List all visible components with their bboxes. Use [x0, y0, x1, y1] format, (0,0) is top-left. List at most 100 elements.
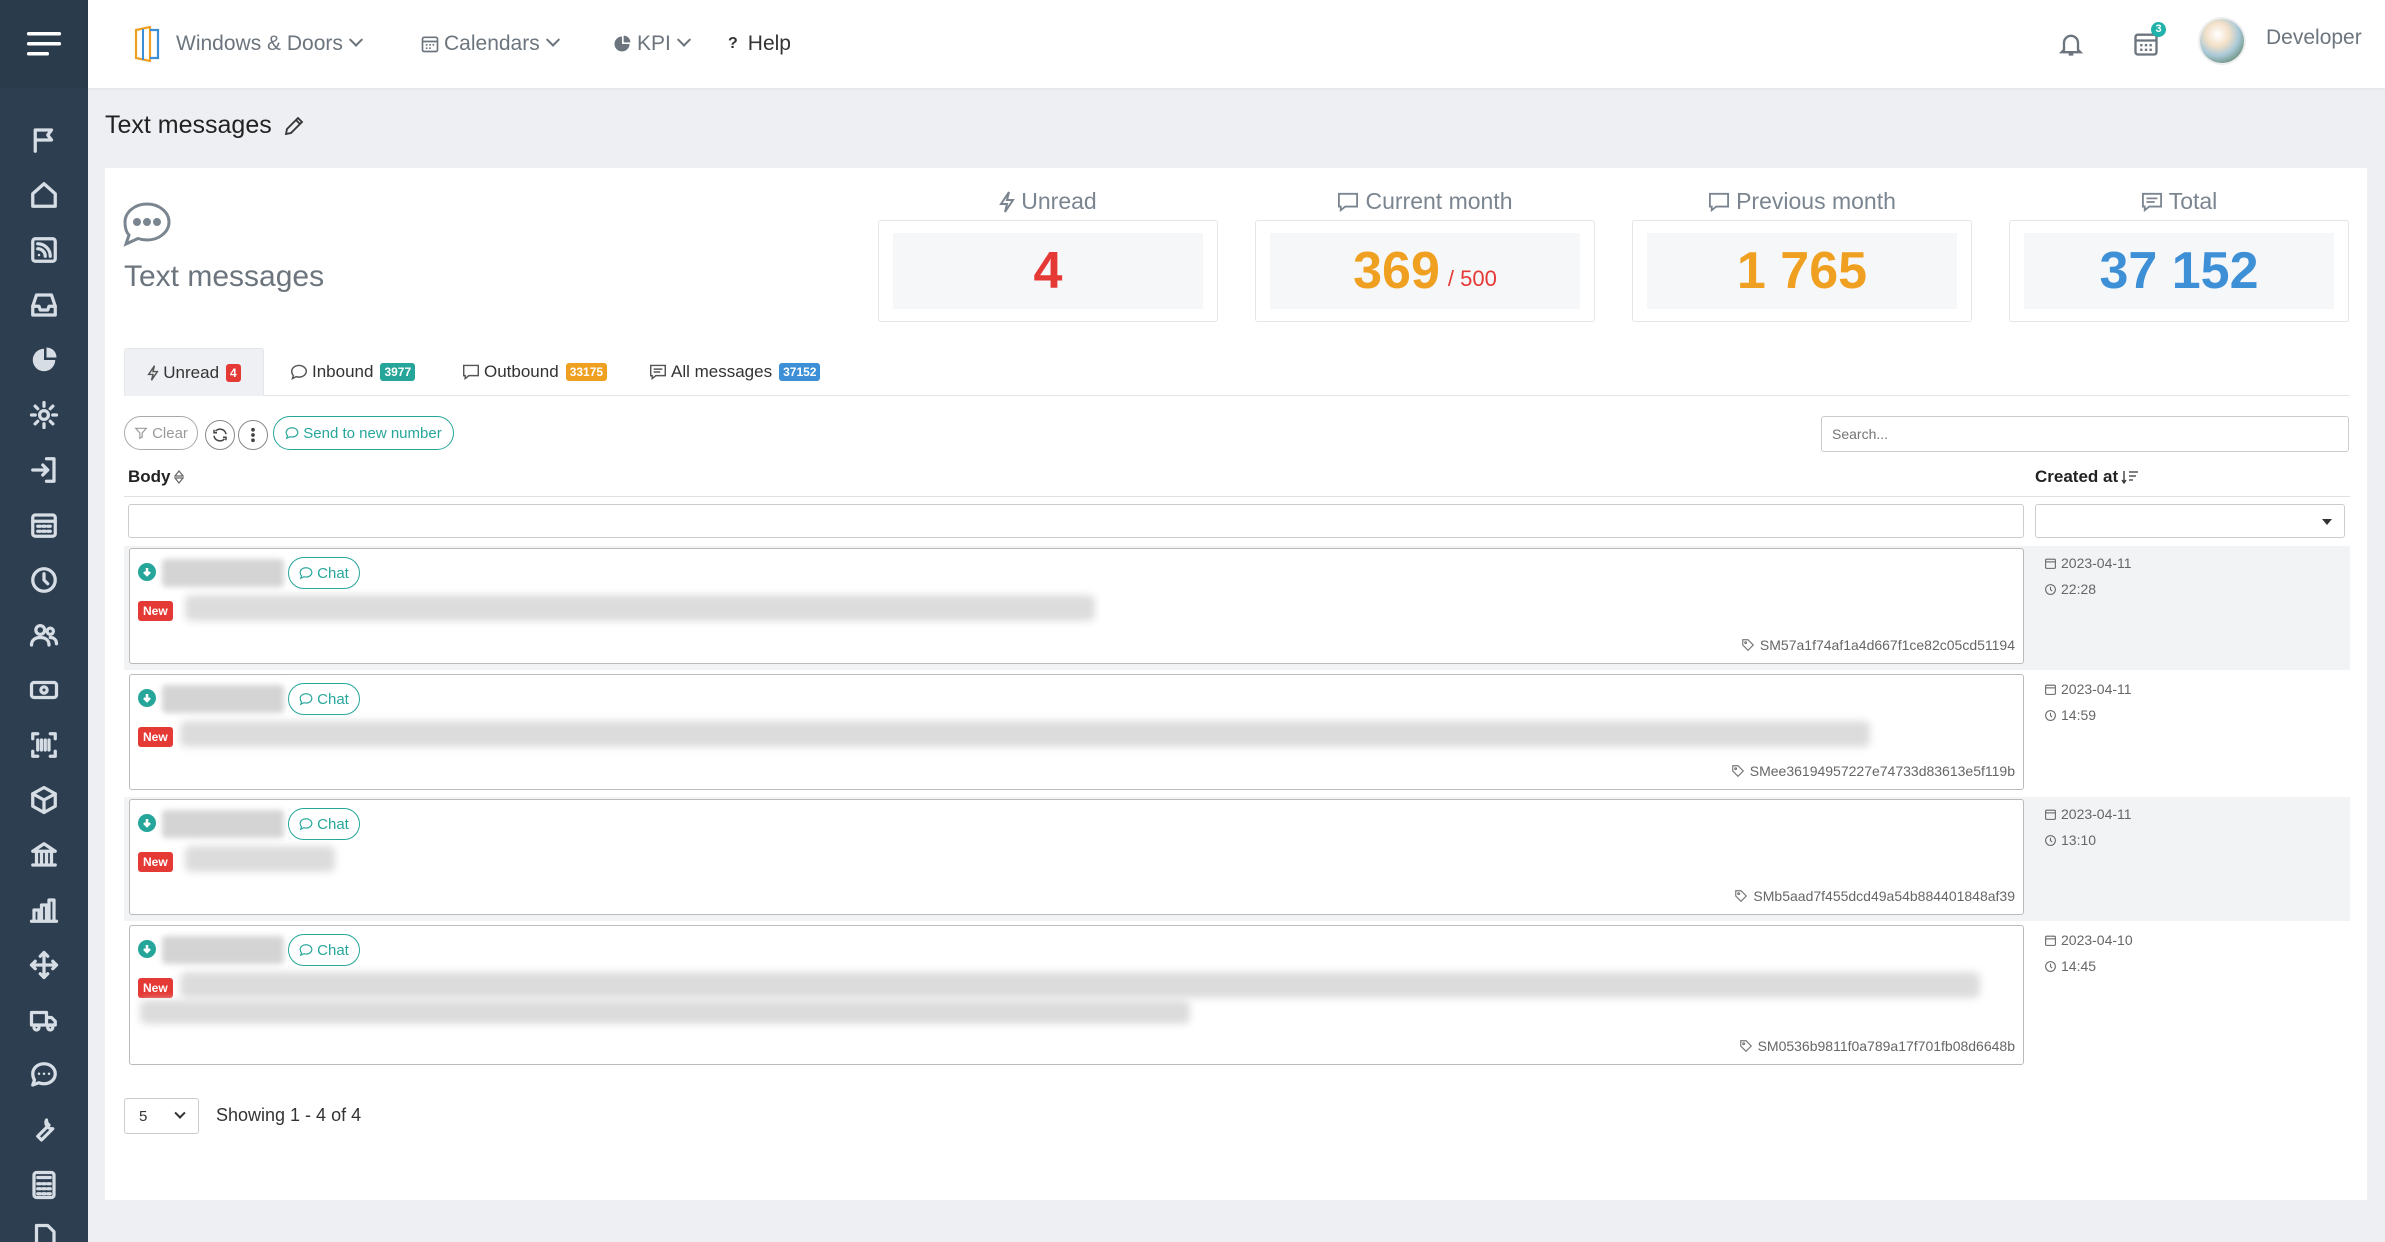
sidebar-item-barcode[interactable] — [0, 723, 88, 767]
sidebar-item-calculator[interactable] — [0, 1163, 88, 1207]
column-header-body[interactable]: Body — [128, 467, 184, 487]
sidebar-item-messages[interactable] — [0, 1053, 88, 1097]
calculator-icon — [32, 1170, 56, 1200]
inbound-arrow-icon — [138, 689, 156, 707]
sender-name-redacted — [162, 936, 284, 964]
kpi-menu[interactable]: KPI — [612, 0, 691, 88]
sidebar-item-reports[interactable] — [0, 338, 88, 382]
refresh-button[interactable] — [205, 420, 235, 450]
tab-inbound[interactable]: Inbound 3977 — [286, 348, 419, 396]
sidebar-item-bank[interactable] — [0, 833, 88, 877]
new-badge: New — [138, 978, 173, 998]
sidebar-item-documents[interactable] — [0, 1216, 88, 1242]
sidebar-item-calendar[interactable] — [0, 503, 88, 547]
kpi-label: KPI — [637, 32, 671, 55]
notifications-button[interactable] — [2051, 24, 2091, 64]
clock-icon — [2045, 709, 2056, 721]
message-sid: SMee36194957227e74733d83613e5f119b — [1731, 763, 2015, 779]
vertical-dots-icon — [251, 427, 255, 443]
sender-name-redacted — [162, 559, 284, 587]
new-badge: New — [138, 601, 173, 621]
sidebar-item-payments[interactable] — [0, 668, 88, 712]
sidebar-item-delivery[interactable] — [0, 998, 88, 1042]
stat-previous-value: 1 765 — [1736, 242, 1868, 300]
column-header-created-at[interactable]: Created at — [2035, 467, 2139, 487]
message-card[interactable]: Chat New SMb5aad7f455dcd49a54b884401848a… — [129, 799, 2024, 915]
sidebar-item-move[interactable] — [0, 943, 88, 987]
tab-all-messages[interactable]: All messages 37152 — [645, 348, 824, 396]
comment-dots-icon — [1338, 192, 1359, 212]
message-card[interactable]: Chat New SM57a1f74af1a4d667f1ce82c05cd51… — [129, 548, 2024, 664]
sidebar-item-feed[interactable] — [0, 228, 88, 272]
created-at-filter-select[interactable] — [2035, 504, 2345, 538]
chat-bubble-icon — [299, 818, 313, 831]
stat-current-limit: / 500 — [1447, 266, 1497, 291]
table-header-divider — [124, 496, 2350, 497]
sidebar-item-flag[interactable] — [0, 118, 88, 162]
tab-all-badge: 37152 — [779, 363, 821, 381]
sidebar-item-tools[interactable] — [0, 1108, 88, 1152]
barcode-scan-icon — [31, 732, 57, 758]
stat-total-label: Total — [2009, 188, 2349, 215]
cube-icon — [31, 785, 57, 815]
chat-button[interactable]: Chat — [288, 808, 360, 840]
caret-down-icon — [2322, 519, 2332, 525]
avatar[interactable] — [2200, 19, 2244, 63]
page-size-select[interactable]: 5 — [124, 1098, 199, 1134]
pagination-info: Showing 1 - 4 of 4 — [216, 1105, 362, 1125]
message-card[interactable]: Chat New SM0536b9811f0a789a17f701fb08d66… — [129, 925, 2024, 1065]
sign-in-icon — [31, 457, 56, 483]
chat-bubble-icon — [285, 427, 299, 440]
help-label: Help — [747, 32, 791, 55]
sidebar-item-stats[interactable] — [0, 888, 88, 932]
stat-unread: 4 — [878, 220, 1218, 322]
sidebar-item-import[interactable] — [0, 448, 88, 492]
search-input[interactable] — [1821, 416, 2349, 452]
calendar-count-badge: 3 — [2151, 22, 2166, 37]
sidebar-item-settings[interactable] — [0, 393, 88, 437]
money-icon — [29, 680, 59, 700]
created-at-cell: 2023-04-11 22:28 — [2044, 550, 2132, 602]
module-switcher[interactable]: Windows & Doors — [132, 0, 363, 88]
inbound-arrow-icon — [138, 563, 156, 581]
stat-unread-label: Unread — [878, 188, 1218, 215]
chat-button[interactable]: Chat — [288, 683, 360, 715]
tab-outbound[interactable]: Outbound 33175 — [458, 348, 611, 396]
inbox-icon — [31, 293, 57, 317]
calendar-icon — [31, 513, 57, 538]
clear-filters-button[interactable]: Clear — [124, 416, 198, 450]
top-navbar: Windows & Doors Calendars KPI ? Help 3 — [88, 0, 2385, 88]
chat-button[interactable]: Chat — [288, 557, 360, 589]
send-to-new-number-button[interactable]: Send to new number — [273, 416, 454, 450]
tab-unread-badge: 4 — [226, 363, 241, 382]
menu-toggle-button[interactable] — [0, 0, 88, 88]
help-link[interactable]: ? Help — [728, 0, 791, 88]
calendar-events-button[interactable]: 3 — [2126, 22, 2166, 64]
calendar-icon — [2045, 558, 2056, 569]
module-label: Windows & Doors — [176, 32, 343, 55]
tag-icon — [1735, 890, 1748, 903]
sidebar-item-products[interactable] — [0, 778, 88, 822]
more-options-button[interactable] — [238, 420, 268, 450]
refresh-icon — [213, 428, 227, 442]
message-body-redacted — [140, 1000, 1190, 1024]
new-badge: New — [138, 727, 173, 747]
user-name[interactable]: Developer — [2266, 26, 2362, 50]
message-card[interactable]: Chat New SMee36194957227e74733d83613e5f1… — [129, 674, 2024, 790]
sidebar-item-history[interactable] — [0, 558, 88, 602]
sidebar-item-inbox[interactable] — [0, 283, 88, 327]
comment-lines-icon — [2141, 192, 2162, 212]
body-filter-input[interactable] — [128, 504, 2024, 538]
created-at-cell: 2023-04-11 14:59 — [2044, 676, 2132, 728]
tag-icon — [1742, 639, 1754, 652]
message-tabs: Unread 4 Inbound 3977 Outbound 33175 All… — [124, 348, 2350, 396]
calendars-menu[interactable]: Calendars — [420, 0, 560, 88]
pencil-icon[interactable] — [282, 114, 306, 138]
filter-icon — [134, 427, 148, 440]
sidebar-item-home[interactable] — [0, 173, 88, 217]
messages-card: Text messages Unread 4 Current month 369… — [105, 168, 2367, 1200]
tab-unread[interactable]: Unread 4 — [124, 348, 264, 396]
chat-button[interactable]: Chat — [288, 934, 360, 966]
message-sid: SMb5aad7f455dcd49a54b884401848af39 — [1734, 888, 2015, 904]
sidebar-item-users[interactable] — [0, 613, 88, 657]
